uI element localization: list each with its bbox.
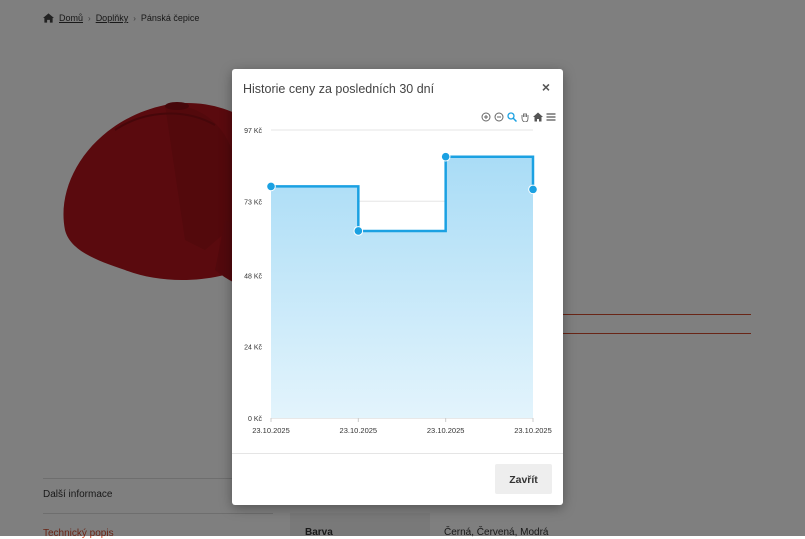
modal-header: Historie ceny za posledních 30 dní ×: [232, 69, 563, 109]
y-tick-label: 73 Kč: [244, 199, 262, 206]
close-button[interactable]: Zavřít: [495, 464, 552, 494]
x-tick-label: 23.10.2025: [514, 426, 552, 435]
y-tick-label: 0 Kč: [248, 416, 263, 423]
close-icon[interactable]: ×: [538, 79, 554, 95]
modal-title: Historie ceny za posledních 30 dní: [243, 82, 435, 96]
y-tick-label: 97 Kč: [244, 128, 262, 135]
x-tick-label: 23.10.2025: [252, 426, 290, 435]
modal-footer-divider: [232, 453, 563, 454]
y-tick-label: 48 Kč: [244, 273, 262, 280]
x-tick-label: 23.10.2025: [427, 426, 465, 435]
price-history-modal: Historie ceny za posledních 30 dní × 0 K…: [232, 69, 563, 505]
data-point-marker[interactable]: [353, 226, 364, 236]
x-tick-label: 23.10.2025: [340, 426, 378, 435]
data-point-marker[interactable]: [440, 151, 451, 162]
chart-canvas: 0 Kč 24 Kč 48 Kč 73 Kč 97 Kč 23.10.2025 23.10…: [244, 128, 552, 435]
price-chart: 0 Kč 24 Kč 48 Kč 73 Kč 97 Kč 23.10.2025 23.10…: [232, 109, 563, 454]
price-area: [271, 156, 533, 418]
data-point-marker[interactable]: [266, 181, 276, 192]
data-point-marker[interactable]: [528, 184, 538, 195]
y-tick-label: 24 Kč: [244, 345, 262, 352]
